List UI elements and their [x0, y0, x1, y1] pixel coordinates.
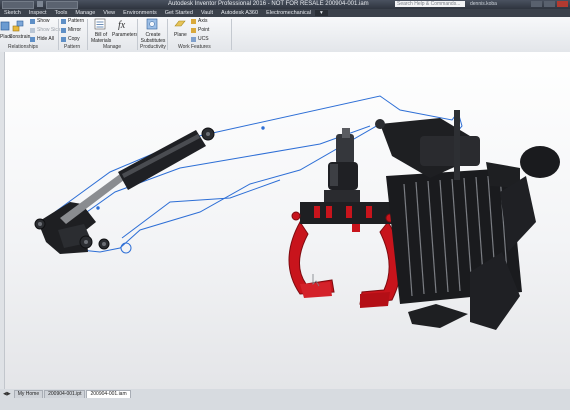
title-bar: Autodesk Inventor Professional 2016 - NO… — [0, 0, 570, 9]
ucs-label: UCS — [198, 36, 209, 42]
show-sick-button[interactable]: Show Sick — [30, 27, 60, 33]
pattern-label: Pattern — [68, 18, 85, 24]
window-controls — [531, 1, 568, 7]
axis-label: Axis — [198, 18, 208, 24]
assembly-model[interactable] — [0, 52, 570, 389]
minimize-button[interactable] — [531, 1, 542, 7]
ribbon-separator — [167, 19, 168, 50]
show-icon — [30, 18, 35, 24]
tab-assembly-document[interactable]: 200904-001.iam — [86, 390, 131, 398]
tab-manage[interactable]: Manage — [71, 10, 99, 16]
tab-my-home[interactable]: My Home — [13, 390, 44, 398]
quick-access-toolbar — [2, 1, 78, 9]
hide-all-button[interactable]: Hide All — [30, 36, 54, 42]
mirror-icon — [61, 27, 66, 33]
pattern-button[interactable]: Pattern — [61, 18, 84, 24]
plane-button[interactable]: Plane — [174, 32, 187, 38]
point-label: Point — [198, 27, 210, 33]
ribbon-separator — [137, 19, 138, 50]
tab-autodesk-a360[interactable]: Autodesk A360 — [217, 10, 262, 16]
group-label-work-features[interactable]: Work Features — [178, 44, 211, 50]
copy-button[interactable]: Copy — [61, 36, 80, 42]
tab-vault[interactable]: Vault — [197, 10, 217, 16]
tab-get-started[interactable]: Get Started — [161, 10, 197, 16]
tab-inspect[interactable]: Inspect — [25, 10, 51, 16]
show-sick-label: Show Sick — [37, 27, 61, 33]
graphics-window[interactable] — [0, 52, 570, 389]
window-title: Autodesk Inventor Professional 2016 - NO… — [168, 1, 369, 7]
show-label: Show — [37, 18, 50, 24]
close-button[interactable] — [557, 1, 568, 7]
parameters-button[interactable]: Parameters — [112, 32, 138, 38]
document-tabs: ◀▶ My Home 200904-001.ipt 200904-001.iam — [0, 389, 132, 398]
place-icon[interactable] — [0, 20, 12, 32]
constrain-icon[interactable] — [12, 20, 24, 32]
user-account[interactable]: dennis.koba — [470, 1, 525, 7]
svg-text:fx: fx — [118, 20, 126, 30]
tab-electromechanical[interactable]: Electromechanical — [262, 10, 315, 16]
tab-view[interactable]: View — [99, 10, 119, 16]
point-button[interactable]: Point — [191, 27, 209, 33]
tab-sketch[interactable]: Sketch — [0, 10, 25, 16]
appearance-icon[interactable] — [37, 1, 43, 7]
group-label-relationships[interactable]: Relationships — [8, 44, 38, 50]
hide-all-label: Hide All — [37, 36, 54, 42]
point-icon — [191, 27, 196, 33]
appearance-dropdown[interactable] — [46, 1, 78, 9]
search-input[interactable]: Search Help & Commands... — [395, 1, 465, 7]
copy-icon — [61, 36, 66, 42]
hydraulic-cylinder — [60, 127, 215, 224]
create-substitutes-icon[interactable] — [146, 18, 158, 30]
ribbon-separator — [231, 19, 232, 50]
mirror-button[interactable]: Mirror — [61, 27, 81, 33]
ucs-button[interactable]: UCS — [191, 36, 209, 42]
pattern-icon — [61, 18, 66, 24]
copy-label: Copy — [68, 36, 80, 42]
bill-of-materials-button[interactable]: Bill of Materials — [91, 32, 111, 44]
maximize-button[interactable] — [544, 1, 555, 7]
ribbon-panel: Place Constrain Show Show Sick Hide All … — [0, 17, 570, 53]
plane-icon[interactable] — [174, 18, 186, 30]
ribbon-separator — [87, 19, 88, 50]
ribbon-tabs: Sketch Inspect Tools Manage View Environ… — [0, 9, 570, 17]
material-dropdown[interactable] — [2, 1, 34, 9]
ucs-icon — [191, 36, 196, 42]
hide-all-icon — [30, 36, 35, 42]
show-button[interactable]: Show — [30, 18, 50, 24]
parameters-icon[interactable]: fx — [116, 18, 128, 30]
ribbon-toggle-button[interactable]: ▾ — [315, 10, 328, 16]
mirror-label: Mirror — [68, 27, 82, 33]
group-label-pattern[interactable]: Pattern — [64, 44, 80, 50]
tab-tools[interactable]: Tools — [51, 10, 72, 16]
bill-of-materials-icon[interactable] — [94, 18, 106, 30]
tab-part-document[interactable]: 200904-001.ipt — [44, 390, 86, 398]
tab-environments[interactable]: Environments — [119, 10, 161, 16]
grapple-jaws — [288, 202, 402, 308]
tabs-nav-icon[interactable]: ◀▶ — [0, 391, 14, 398]
group-label-productivity[interactable]: Productivity — [140, 44, 166, 50]
axis-button[interactable]: Axis — [191, 18, 207, 24]
axis-icon — [191, 18, 196, 24]
browser-collapsed-strip[interactable] — [0, 52, 5, 389]
ribbon-separator — [58, 19, 59, 50]
show-sick-icon — [30, 27, 35, 33]
create-substitutes-button[interactable]: Create Substitutes — [140, 32, 166, 44]
rotator — [324, 128, 360, 204]
group-label-manage[interactable]: Manage — [103, 44, 121, 50]
constrain-button[interactable]: Constrain — [9, 34, 30, 40]
